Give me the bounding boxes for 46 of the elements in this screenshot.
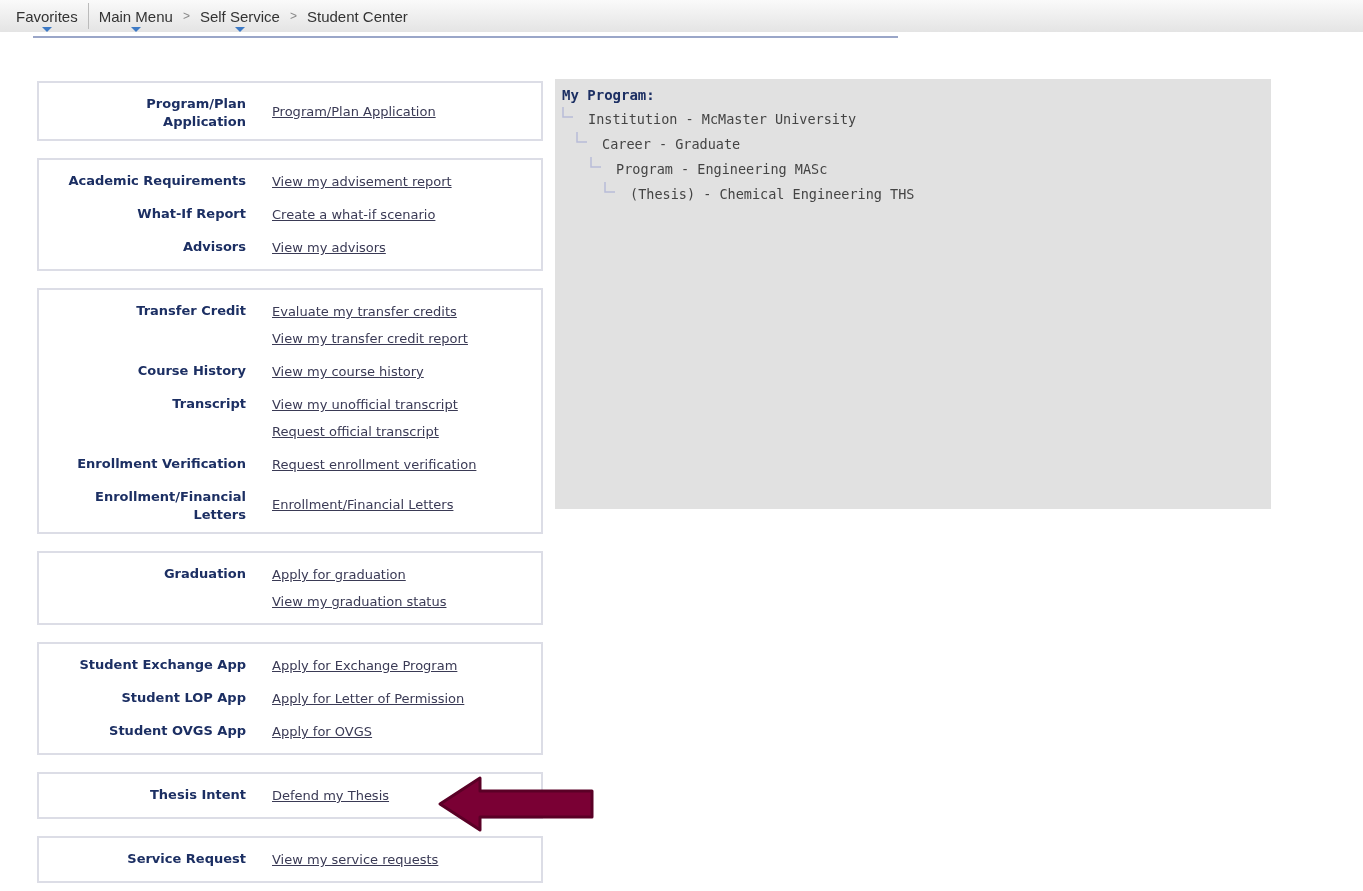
tree-elbow-icon	[576, 132, 588, 146]
section-label: Program/Plan Application	[145, 95, 246, 131]
section-label: Graduation	[162, 565, 246, 583]
link[interactable]: Apply for Letter of Permission	[272, 691, 465, 706]
link[interactable]: View my advisors	[272, 240, 386, 255]
link[interactable]: View my course history	[272, 364, 424, 379]
section-label: Student LOP App	[120, 689, 246, 707]
section-label: Student Exchange App	[78, 656, 246, 674]
section-label: What-If Report	[136, 205, 246, 223]
section-label: Transfer Credit	[135, 302, 246, 320]
arrow-icon	[438, 776, 596, 832]
section-label: Transcript	[171, 395, 246, 413]
link[interactable]: Evaluate my transfer credits	[272, 304, 457, 319]
link[interactable]: View my unofficial transcript	[272, 397, 458, 412]
section-label: Enrollment/Financial Letters	[94, 488, 246, 524]
link[interactable]: Apply for graduation	[272, 567, 406, 582]
panel-title: My Program:	[562, 87, 656, 103]
breadcrumb-item[interactable]: Student Center	[300, 0, 414, 32]
link[interactable]: View my advisement report	[272, 174, 452, 189]
chevron-separator: >	[288, 9, 298, 23]
tree-item[interactable]: Career - Graduate	[602, 132, 741, 157]
link[interactable]: Apply for OVGS	[272, 724, 373, 739]
tree-item[interactable]: Institution - McMaster University	[588, 107, 857, 132]
link[interactable]: Request official transcript	[272, 424, 439, 439]
tree-elbow-icon	[604, 182, 616, 196]
tree-elbow-icon	[590, 157, 602, 171]
tree-item[interactable]: Program - Engineering MASc	[616, 157, 828, 182]
tree-item[interactable]: (Thesis) - Chemical Engineering THS	[630, 182, 915, 207]
link[interactable]: Create a what-if scenario	[272, 207, 436, 222]
link[interactable]: Enrollment/Financial Letters	[272, 496, 454, 512]
tree-elbow-icon	[562, 107, 574, 121]
chevron-separator: >	[181, 9, 191, 23]
link[interactable]: View my graduation status	[272, 594, 447, 609]
section-label: Academic Requirements	[67, 172, 246, 190]
section-label: Course History	[136, 362, 246, 380]
section-label: Enrollment Verification	[76, 455, 246, 473]
section-label: Student OVGS App	[108, 722, 246, 740]
link[interactable]: Defend my Thesis	[272, 788, 390, 803]
section-label: Thesis Intent	[149, 786, 246, 804]
link[interactable]: View my service requests	[272, 852, 439, 867]
section-label: Service Request	[126, 850, 246, 868]
link[interactable]: View my transfer credit report	[272, 331, 468, 346]
link[interactable]: Request enrollment verification	[272, 457, 477, 472]
section-label: Advisors	[181, 238, 246, 256]
link[interactable]: Apply for Exchange Program	[272, 658, 458, 673]
link[interactable]: Program/Plan Application	[272, 103, 436, 119]
